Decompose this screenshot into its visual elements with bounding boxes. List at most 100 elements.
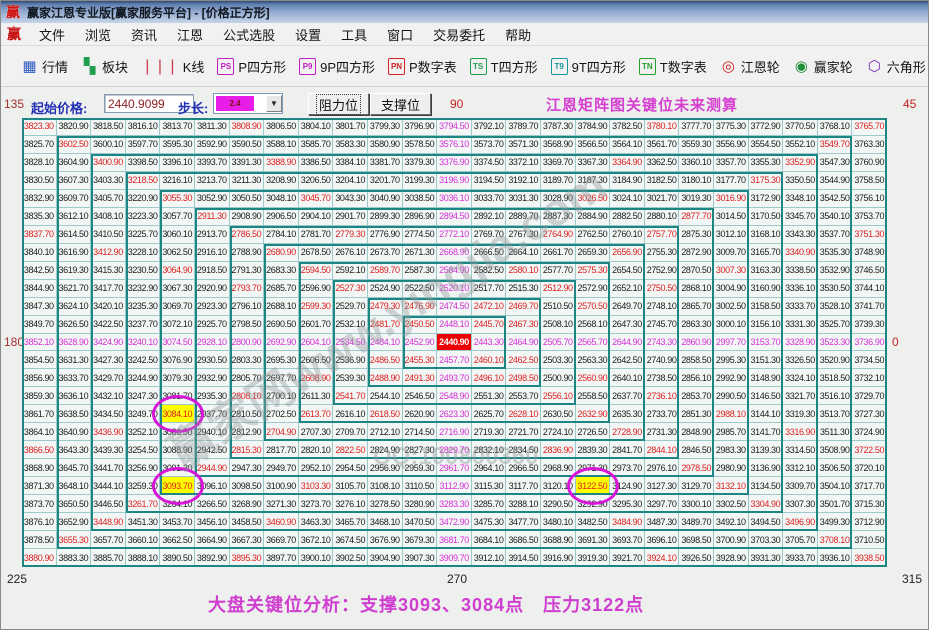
grid-cell[interactable]: 3319.30 <box>783 405 818 424</box>
grid-cell[interactable]: 3631.30 <box>56 351 92 370</box>
grid-cell[interactable]: 3609.70 <box>56 189 92 208</box>
grid-cell[interactable]: 2460.10 <box>471 351 507 370</box>
grid-cell[interactable]: 3897.70 <box>264 549 299 567</box>
grid-cell[interactable]: 3194.50 <box>471 171 507 190</box>
grid-cell[interactable]: 3208.90 <box>264 171 299 190</box>
grid-cell[interactable]: 3576.10 <box>437 135 472 154</box>
grid-cell[interactable]: 3422.50 <box>91 315 126 334</box>
grid-cell[interactable]: 2520.10 <box>437 279 472 298</box>
grid-cell[interactable]: 2505.70 <box>540 333 576 352</box>
grid-cell[interactable]: 3477.70 <box>506 513 541 532</box>
grid-cell[interactable]: 3679.30 <box>402 531 438 550</box>
grid-cell[interactable]: 3722.50 <box>852 441 887 460</box>
grid-cell[interactable]: 3367.30 <box>575 153 611 172</box>
resistance-button[interactable]: 阻力位 <box>308 93 369 115</box>
grid-cell[interactable]: 2901.70 <box>333 207 368 226</box>
grid-cell[interactable]: 3580.90 <box>367 135 403 154</box>
grid-cell[interactable]: 3307.30 <box>783 495 818 514</box>
grid-cell[interactable]: 3007.30 <box>713 261 749 280</box>
grid-cell[interactable]: 3470.50 <box>402 513 438 532</box>
grid-cell[interactable]: 3552.10 <box>783 135 818 154</box>
grid-cell[interactable]: 3513.70 <box>817 405 853 424</box>
grid-cell[interactable]: 2930.50 <box>194 351 230 370</box>
grid-cell[interactable]: 3487.30 <box>644 513 680 532</box>
grid-cell[interactable]: 2522.50 <box>402 279 438 298</box>
grid-cell[interactable]: 3168.10 <box>748 225 784 244</box>
grid-cell[interactable]: 3204.10 <box>333 171 368 190</box>
grid-cell[interactable]: 3504.10 <box>817 477 853 496</box>
toolbar-item-T数字表[interactable]: TN T数字表 <box>638 57 707 76</box>
grid-cell[interactable]: 3600.10 <box>91 135 126 154</box>
grid-cell[interactable]: 3076.90 <box>160 351 195 370</box>
grid-cell[interactable]: 3784.90 <box>575 118 611 136</box>
grid-cell[interactable]: 3110.50 <box>402 477 438 496</box>
grid-cell[interactable]: 3780.10 <box>644 118 680 136</box>
grid-cell[interactable]: 2599.30 <box>298 297 334 316</box>
grid-cell[interactable]: 3014.50 <box>713 207 749 226</box>
grid-cell[interactable]: 3806.50 <box>264 118 299 136</box>
grid-cell[interactable]: 3811.30 <box>194 118 230 136</box>
grid-cell[interactable]: 3772.90 <box>748 118 784 136</box>
grid-cell[interactable]: 3926.50 <box>679 549 714 567</box>
grid-cell[interactable]: 2587.30 <box>402 261 438 280</box>
grid-cell[interactable]: 2954.50 <box>333 459 368 478</box>
grid-cell[interactable]: 2822.50 <box>333 441 368 460</box>
grid-cell[interactable]: 3859.30 <box>22 387 57 406</box>
grid-cell[interactable]: 3175.30 <box>748 171 784 190</box>
grid-cell[interactable]: 3612.10 <box>56 207 92 226</box>
grid-cell[interactable]: 3700.90 <box>713 531 749 550</box>
grid-cell[interactable]: 3734.50 <box>852 351 887 370</box>
grid-cell[interactable]: 3554.50 <box>748 135 784 154</box>
grid-cell[interactable]: 3081.70 <box>160 387 195 406</box>
grid-cell[interactable]: 3439.30 <box>91 441 126 460</box>
grid-cell[interactable]: 3657.70 <box>91 531 126 550</box>
menu-item-6[interactable]: 工具 <box>331 23 377 46</box>
grid-cell[interactable]: 3496.90 <box>783 513 818 532</box>
grid-cell[interactable]: 3710.50 <box>852 531 887 550</box>
grid-cell[interactable]: 3103.30 <box>298 477 334 496</box>
grid-cell[interactable]: 3744.10 <box>852 279 887 298</box>
grid-cell[interactable]: 2896.90 <box>402 207 438 226</box>
grid-cell[interactable]: 2464.90 <box>506 333 541 352</box>
grid-cell[interactable]: 2856.10 <box>679 369 714 388</box>
grid-cell[interactable]: 3724.90 <box>852 423 887 442</box>
grid-cell[interactable]: 3338.50 <box>783 261 818 280</box>
grid-cell[interactable]: 2736.10 <box>644 387 680 406</box>
grid-cell[interactable]: 3816.10 <box>125 118 161 136</box>
grid-cell[interactable]: 2692.90 <box>264 333 299 352</box>
grid-cell[interactable]: 3278.50 <box>367 495 403 514</box>
grid-cell[interactable]: 3751.30 <box>852 225 887 244</box>
grid-cell[interactable]: 2949.70 <box>264 459 299 478</box>
grid-cell[interactable]: 2810.50 <box>229 405 265 424</box>
grid-cell[interactable]: 2556.10 <box>540 387 576 406</box>
grid-cell[interactable]: 3379.30 <box>402 153 438 172</box>
grid-cell[interactable]: 2952.10 <box>298 459 334 478</box>
grid-cell[interactable]: 3321.70 <box>783 387 818 406</box>
grid-cell[interactable]: 2515.30 <box>506 279 541 298</box>
grid-cell[interactable]: 3420.10 <box>91 297 126 316</box>
grid-cell[interactable]: 3592.90 <box>194 135 230 154</box>
grid-cell[interactable]: 3432.10 <box>91 387 126 406</box>
grid-cell[interactable]: 2983.30 <box>713 441 749 460</box>
grid-cell[interactable]: 3139.30 <box>748 441 784 460</box>
grid-cell[interactable]: 3144.10 <box>748 405 784 424</box>
grid-cell[interactable]: 2512.90 <box>540 279 576 298</box>
grid-cell[interactable]: 2875.30 <box>679 225 714 244</box>
grid-cell[interactable]: 3542.50 <box>817 189 853 208</box>
grid-cell[interactable]: 3165.70 <box>748 243 784 262</box>
grid-cell[interactable]: 2906.50 <box>264 207 299 226</box>
grid-cell[interactable]: 3556.90 <box>713 135 749 154</box>
grid-cell[interactable]: 2532.10 <box>333 315 368 334</box>
grid-cell[interactable]: 3134.50 <box>748 477 784 496</box>
grid-cell[interactable]: 2539.30 <box>333 369 368 388</box>
grid-cell[interactable]: 3892.90 <box>194 549 230 567</box>
grid-cell[interactable]: 2630.50 <box>540 405 576 424</box>
grid-cell[interactable]: 3727.30 <box>852 405 887 424</box>
grid-cell[interactable]: 2966.50 <box>506 459 541 478</box>
grid-cell[interactable]: 2443.30 <box>471 333 507 352</box>
grid-cell[interactable]: 3256.90 <box>125 459 161 478</box>
grid-cell[interactable]: 3573.70 <box>471 135 507 154</box>
grid-cell[interactable]: 3472.90 <box>437 513 472 532</box>
grid-cell[interactable]: 3900.10 <box>298 549 334 567</box>
grid-cell[interactable]: 2978.50 <box>679 459 714 478</box>
